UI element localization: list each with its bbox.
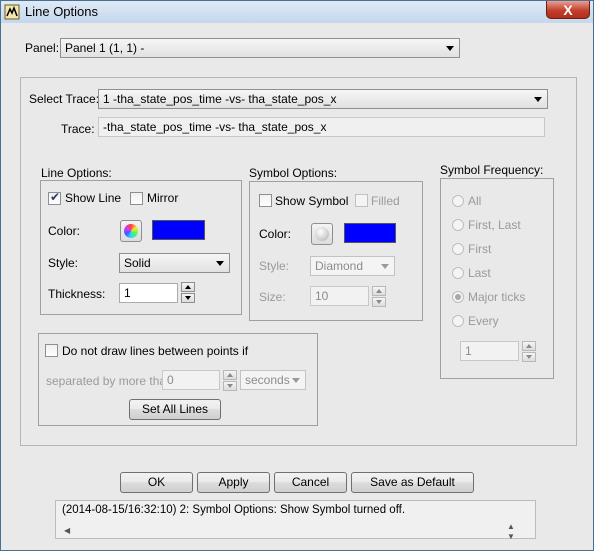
set-all-lines-button[interactable]: Set All Lines	[129, 399, 221, 420]
gap-checkbox[interactable]	[45, 344, 58, 357]
separated-label: separated by more than	[46, 374, 173, 388]
separated-value: 0	[167, 373, 174, 387]
symbol-color-swatch	[344, 223, 396, 243]
spinner-up-icon[interactable]	[223, 370, 237, 380]
mirror-label: Mirror	[147, 191, 179, 205]
mirror-checkbox[interactable]	[130, 192, 143, 205]
thickness-label: Thickness:	[48, 287, 106, 301]
line-color-swatch	[152, 220, 205, 240]
freq-radio-last[interactable]	[452, 267, 464, 279]
freq-label-every: Every	[468, 314, 499, 328]
filled-label: Filled	[371, 194, 400, 208]
panel-select-value: Panel 1 (1, 1) -	[65, 41, 145, 55]
panel-select[interactable]: Panel 1 (1, 1) -	[60, 38, 460, 58]
freq-label-first-last: First, Last	[468, 218, 521, 232]
freq-label-first: First	[468, 242, 492, 256]
panel-label: Panel:	[25, 41, 60, 55]
symbol-options-title: Symbol Options:	[249, 166, 338, 180]
chevron-down-icon	[216, 261, 224, 266]
symbol-size-spinner[interactable]	[372, 286, 386, 307]
symbol-color-picker-button[interactable]	[311, 223, 333, 245]
every-value: 1	[465, 344, 472, 358]
symbol-style-value: Diamond	[315, 259, 364, 273]
spinner-up-icon[interactable]	[522, 341, 536, 351]
chevron-down-icon	[446, 46, 454, 51]
save-as-default-button[interactable]: Save as Default	[351, 472, 474, 493]
close-button[interactable]: X	[546, 1, 590, 19]
line-color-label: Color:	[48, 224, 81, 238]
spinner-down-icon[interactable]	[522, 352, 536, 362]
symbol-style-select[interactable]: Diamond	[310, 256, 395, 276]
thickness-spinner[interactable]	[181, 282, 195, 303]
trace-select-value: 1 -tha_state_pos_time -vs- tha_state_pos…	[103, 92, 337, 106]
trace-value: -tha_state_pos_time -vs- tha_state_pos_x	[103, 120, 327, 134]
spinner-up-icon[interactable]	[181, 282, 195, 292]
freq-radio-major-ticks[interactable]	[452, 291, 464, 303]
show-symbol-checkbox[interactable]	[259, 194, 272, 207]
symbol-style-label: Style:	[259, 259, 290, 273]
close-icon: X	[563, 2, 573, 18]
freq-radio-first[interactable]	[452, 243, 464, 255]
unit-value: seconds	[245, 373, 290, 387]
window-title: Line Options	[25, 4, 98, 19]
spinner-down-icon[interactable]	[372, 297, 386, 307]
app-icon	[4, 4, 20, 20]
freq-radio-every[interactable]	[452, 315, 464, 327]
freq-label-major-ticks: Major ticks	[468, 290, 526, 304]
status-message: (2014-08-15/16:32:10) 2: Symbol Options:…	[62, 504, 406, 516]
symbol-size-label: Size:	[259, 290, 286, 304]
thickness-input[interactable]: 1	[119, 283, 178, 303]
line-style-select[interactable]: Solid	[119, 253, 230, 273]
chevron-down-icon	[292, 378, 300, 383]
select-trace-label: Select Trace:	[29, 92, 100, 106]
cancel-button[interactable]: Cancel	[274, 472, 347, 493]
chevron-down-icon	[381, 264, 389, 269]
trace-select[interactable]: 1 -tha_state_pos_time -vs- tha_state_pos…	[98, 89, 548, 109]
line-style-value: Solid	[124, 256, 151, 270]
color-wheel-icon	[124, 224, 138, 238]
symbol-size-input[interactable]: 10	[310, 286, 369, 306]
scroll-down-icon[interactable]: ▼	[507, 532, 515, 541]
every-spinner[interactable]	[522, 341, 536, 362]
unit-select[interactable]: seconds	[240, 370, 306, 390]
freq-radio-all[interactable]	[452, 195, 464, 207]
scroll-left-icon[interactable]: ◀	[64, 526, 70, 535]
spinner-up-icon[interactable]	[372, 286, 386, 296]
every-input[interactable]: 1	[460, 341, 519, 361]
spinner-down-icon[interactable]	[181, 293, 195, 303]
separated-spinner[interactable]	[223, 370, 237, 391]
freq-label-last: Last	[468, 266, 491, 280]
title-bar: Line Options X	[1, 1, 593, 23]
show-line-label: Show Line	[65, 191, 122, 205]
line-options-title: Line Options:	[41, 166, 112, 180]
show-symbol-label: Show Symbol	[275, 194, 349, 208]
scroll-up-icon[interactable]: ▲	[507, 522, 515, 531]
freq-radio-first-last[interactable]	[452, 219, 464, 231]
freq-label-all: All	[468, 194, 482, 208]
symbol-frequency-title: Symbol Frequency:	[440, 163, 544, 177]
filled-checkbox[interactable]	[355, 194, 368, 207]
separated-input[interactable]: 0	[162, 370, 220, 390]
show-line-checkbox[interactable]	[48, 190, 61, 205]
apply-button[interactable]: Apply	[197, 472, 270, 493]
chevron-down-icon	[534, 97, 542, 102]
line-options-window: Line Options X Panel: Panel 1 (1, 1) - S…	[0, 0, 594, 551]
color-wheel-icon	[315, 227, 329, 241]
trace-label: Trace:	[61, 122, 95, 136]
line-color-picker-button[interactable]	[120, 220, 142, 242]
trace-field: -tha_state_pos_time -vs- tha_state_pos_x	[98, 117, 545, 137]
line-style-label: Style:	[48, 256, 79, 270]
symbol-size-value: 10	[315, 289, 329, 303]
symbol-color-label: Color:	[259, 227, 292, 241]
ok-button[interactable]: OK	[120, 472, 193, 493]
spinner-down-icon[interactable]	[223, 381, 237, 391]
thickness-value: 1	[124, 286, 131, 300]
gap-checkbox-label: Do not draw lines between points if	[62, 344, 249, 358]
